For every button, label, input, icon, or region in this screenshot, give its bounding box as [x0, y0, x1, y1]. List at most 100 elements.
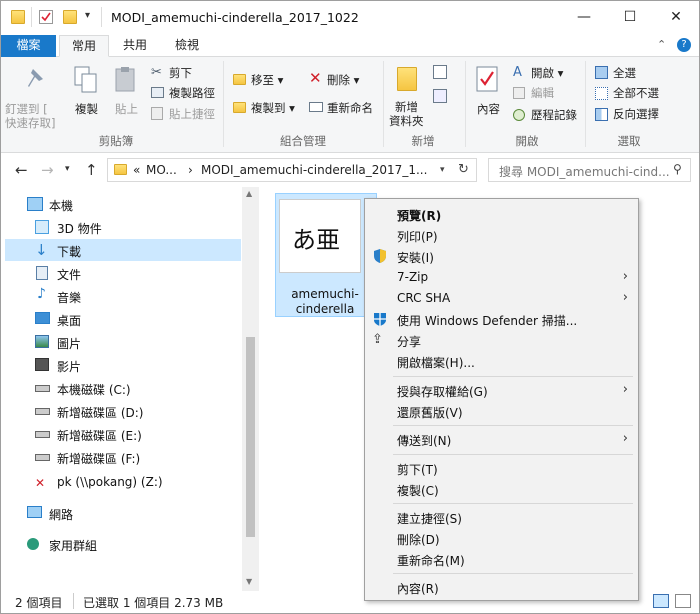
- maximize-button[interactable]: ☐: [607, 1, 653, 33]
- nav-item-videos[interactable]: 影片: [5, 354, 241, 376]
- nav-item-desktop[interactable]: 桌面: [5, 308, 241, 330]
- breadcrumb-parent[interactable]: MO...: [146, 163, 177, 177]
- search-placeholder: 搜尋 MODI_amemuchi-cind...: [499, 165, 670, 179]
- nav-item-network[interactable]: 網路: [5, 502, 241, 524]
- copy-path-button[interactable]: 複製路徑: [169, 85, 215, 101]
- copy-to-button[interactable]: 複製到 ▾: [251, 100, 295, 116]
- nav-item-documents[interactable]: 文件: [5, 262, 241, 284]
- rename-button[interactable]: 重新命名: [327, 100, 373, 116]
- menu-item-copy[interactable]: 複製(C): [365, 479, 638, 500]
- scroll-up-icon[interactable]: ▲: [246, 189, 252, 198]
- new-item-icon[interactable]: [433, 65, 447, 79]
- menu-item-label: 列印(P): [397, 230, 438, 244]
- menu-item-create-shortcut[interactable]: 建立捷徑(S): [365, 507, 638, 528]
- tab-home[interactable]: 常用: [59, 35, 109, 57]
- edit-button[interactable]: 編輯: [531, 85, 554, 101]
- ribbon-home: 釘選到 [ 快速存取] 複製 貼上 ✂ 剪下 複製路徑 貼上捷徑 剪貼簿 移至 …: [1, 57, 699, 153]
- menu-item-restore-previous[interactable]: 還原舊版(V): [365, 401, 638, 422]
- address-overflow[interactable]: «: [133, 163, 140, 177]
- refresh-icon[interactable]: ↻: [458, 162, 469, 177]
- nav-item-label: 音樂: [57, 291, 82, 305]
- menu-item-send-to[interactable]: 傳送到(N) ›: [365, 429, 638, 450]
- search-icon: ⚲: [673, 162, 682, 176]
- nav-item-label: 新增磁碟區 (E:): [57, 429, 142, 443]
- nav-item-label: 下載: [57, 245, 82, 259]
- search-input[interactable]: 搜尋 MODI_amemuchi-cind... ⚲: [488, 158, 691, 182]
- menu-item-properties[interactable]: 內容(R): [365, 577, 638, 598]
- nav-item-music[interactable]: ♪ 音樂: [5, 285, 241, 307]
- breadcrumb-separator[interactable]: ›: [188, 163, 193, 177]
- minimize-button[interactable]: —: [561, 1, 607, 33]
- nav-item-drive-d[interactable]: 新增磁碟區 (D:): [5, 400, 241, 422]
- paste-shortcut-button[interactable]: 貼上捷徑: [169, 106, 215, 122]
- nav-item-homegroup[interactable]: 家用群組: [5, 533, 241, 555]
- scrollbar-thumb[interactable]: [246, 337, 255, 537]
- menu-item-defender-scan[interactable]: 使用 Windows Defender 掃描...: [365, 309, 638, 330]
- properties-quick-icon[interactable]: [39, 10, 53, 24]
- rename-icon: [309, 102, 323, 112]
- menu-item-share[interactable]: ⇪ 分享: [365, 330, 638, 351]
- nav-item-label: 文件: [57, 268, 82, 282]
- recent-locations-icon[interactable]: ▾: [65, 164, 70, 174]
- menu-item-crc-sha[interactable]: CRC SHA ›: [365, 288, 638, 309]
- nav-item-downloads[interactable]: ↓ 下載: [5, 239, 241, 261]
- delete-button[interactable]: 刪除 ▾: [327, 72, 359, 88]
- nav-item-label: 圖片: [57, 337, 82, 351]
- up-button[interactable]: ↑: [85, 161, 98, 179]
- menu-item-install[interactable]: 安裝(I): [365, 246, 638, 267]
- history-button[interactable]: 歷程記錄: [531, 107, 577, 123]
- address-dropdown-icon[interactable]: ▾: [440, 165, 445, 175]
- navigation-scrollbar[interactable]: ▲ ▼: [242, 187, 259, 591]
- drive-icon: [35, 385, 50, 392]
- videos-icon: [35, 358, 49, 371]
- tab-share[interactable]: 共用: [111, 35, 159, 57]
- customize-quick-access-icon[interactable]: ▾: [85, 10, 90, 21]
- back-button[interactable]: ←: [15, 161, 28, 179]
- forward-button[interactable]: →: [41, 161, 54, 179]
- new-folder-quick-icon[interactable]: [63, 10, 77, 24]
- address-bar[interactable]: « MO... › MODI_amemuchi-cinderella_2017_…: [107, 158, 477, 182]
- paste-button[interactable]: 貼上: [115, 101, 138, 117]
- help-icon[interactable]: ?: [677, 38, 691, 52]
- breadcrumb-current[interactable]: MODI_amemuchi-cinderella_2017_1...: [201, 163, 427, 177]
- details-view-icon[interactable]: [653, 594, 669, 608]
- large-icons-view-icon[interactable]: [675, 594, 691, 608]
- close-button[interactable]: ✕: [653, 1, 699, 33]
- menu-item-label: CRC SHA: [397, 291, 451, 305]
- copy-button[interactable]: 複製: [75, 101, 98, 117]
- menu-item-rename[interactable]: 重新命名(M): [365, 549, 638, 570]
- nav-item-network-drive-z[interactable]: ✕ pk (\\pokang) (Z:): [5, 471, 241, 493]
- invert-selection-button[interactable]: 反向選擇: [613, 106, 659, 122]
- collapse-ribbon-icon[interactable]: ⌃: [657, 38, 666, 51]
- menu-item-7zip[interactable]: 7-Zip ›: [365, 267, 638, 288]
- menu-item-label: 授與存取權給(G): [397, 385, 488, 399]
- menu-item-preview[interactable]: 預覽(R): [365, 204, 638, 225]
- menu-item-give-access[interactable]: 授與存取權給(G) ›: [365, 380, 638, 401]
- menu-item-delete[interactable]: 刪除(D): [365, 528, 638, 549]
- scroll-down-icon[interactable]: ▼: [246, 577, 252, 586]
- easy-access-icon[interactable]: [433, 89, 447, 103]
- nav-item-drive-f[interactable]: 新增磁碟區 (F:): [5, 446, 241, 468]
- nav-item-drive-c[interactable]: 本機磁碟 (C:): [5, 377, 241, 399]
- menu-item-label: 分享: [397, 335, 422, 349]
- select-all-button[interactable]: 全選: [613, 65, 636, 81]
- drive-icon: [35, 431, 50, 438]
- tab-view[interactable]: 檢視: [163, 35, 211, 57]
- menu-item-open-file[interactable]: 開啟檔案(H)...: [365, 351, 638, 372]
- item-count: 2 個項目: [15, 596, 63, 610]
- nav-item-drive-e[interactable]: 新增磁碟區 (E:): [5, 423, 241, 445]
- nav-item-pictures[interactable]: 圖片: [5, 331, 241, 353]
- menu-item-print[interactable]: 列印(P): [365, 225, 638, 246]
- menu-item-cut[interactable]: 剪下(T): [365, 458, 638, 479]
- move-to-button[interactable]: 移至 ▾: [251, 72, 283, 88]
- nav-item-this-pc[interactable]: 本機: [5, 193, 241, 215]
- tab-file[interactable]: 檔案: [1, 35, 56, 57]
- cut-button[interactable]: 剪下: [169, 65, 192, 81]
- thumbnail-text: あ亜: [292, 226, 340, 254]
- open-button[interactable]: 開啟 ▾: [531, 65, 563, 81]
- select-none-button[interactable]: 全部不選: [613, 85, 659, 101]
- file-thumbnail: あ亜: [279, 199, 361, 273]
- nav-item-3d-objects[interactable]: 3D 物件: [5, 216, 241, 238]
- drive-icon: [35, 408, 50, 415]
- properties-button[interactable]: 內容: [477, 101, 500, 117]
